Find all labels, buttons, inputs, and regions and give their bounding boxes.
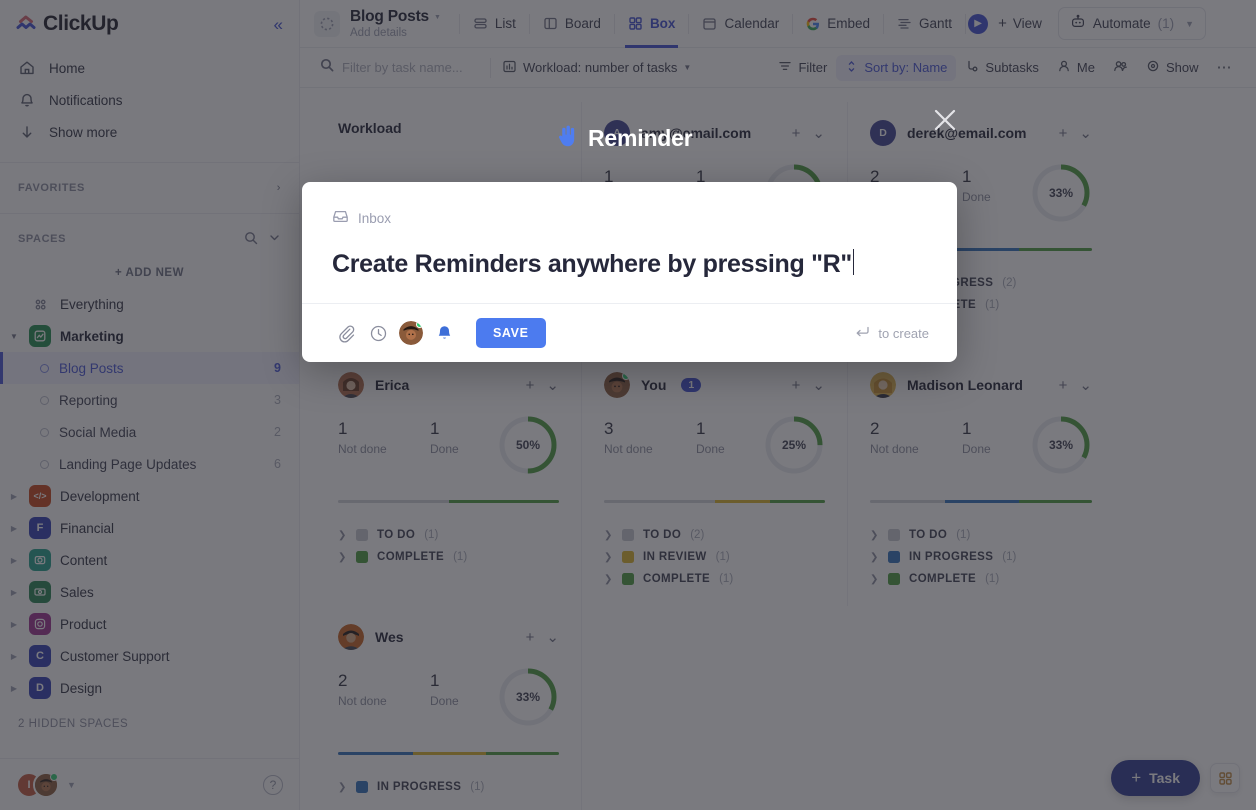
inbox-icon <box>332 208 349 228</box>
enter-hint: to create <box>855 324 929 342</box>
modal-footer: SAVE to create <box>302 303 957 362</box>
reminder-modal: Inbox Create Reminders anywhere by press… <box>302 182 957 362</box>
enter-hint-label: to create <box>878 325 929 341</box>
reminder-title-text: Create Reminders anywhere by pressing "R… <box>332 250 852 278</box>
save-button[interactable]: SAVE <box>476 318 546 348</box>
reminder-title-field[interactable]: Create Reminders anywhere by pressing "R… <box>332 246 927 279</box>
modal-body: Inbox Create Reminders anywhere by press… <box>302 182 957 303</box>
close-overlay-button[interactable] <box>925 103 965 137</box>
inbox-selector[interactable]: Inbox <box>332 208 927 228</box>
inbox-label: Inbox <box>358 210 392 226</box>
clickup-app: ClickUp « Home Notif <box>0 0 1256 810</box>
assignee-avatar[interactable] <box>399 321 423 345</box>
text-caret <box>852 249 855 275</box>
overlay-title-text: Reminder <box>588 125 693 151</box>
attachment-icon[interactable] <box>330 319 362 347</box>
hand-pointer-icon <box>556 124 578 153</box>
clock-icon[interactable] <box>362 319 394 347</box>
online-indicator <box>416 321 423 328</box>
overlay-heading: Reminder <box>556 124 693 153</box>
modal-scrim[interactable] <box>0 0 1256 810</box>
bell-icon[interactable] <box>428 319 460 347</box>
enter-key-icon <box>855 324 870 342</box>
